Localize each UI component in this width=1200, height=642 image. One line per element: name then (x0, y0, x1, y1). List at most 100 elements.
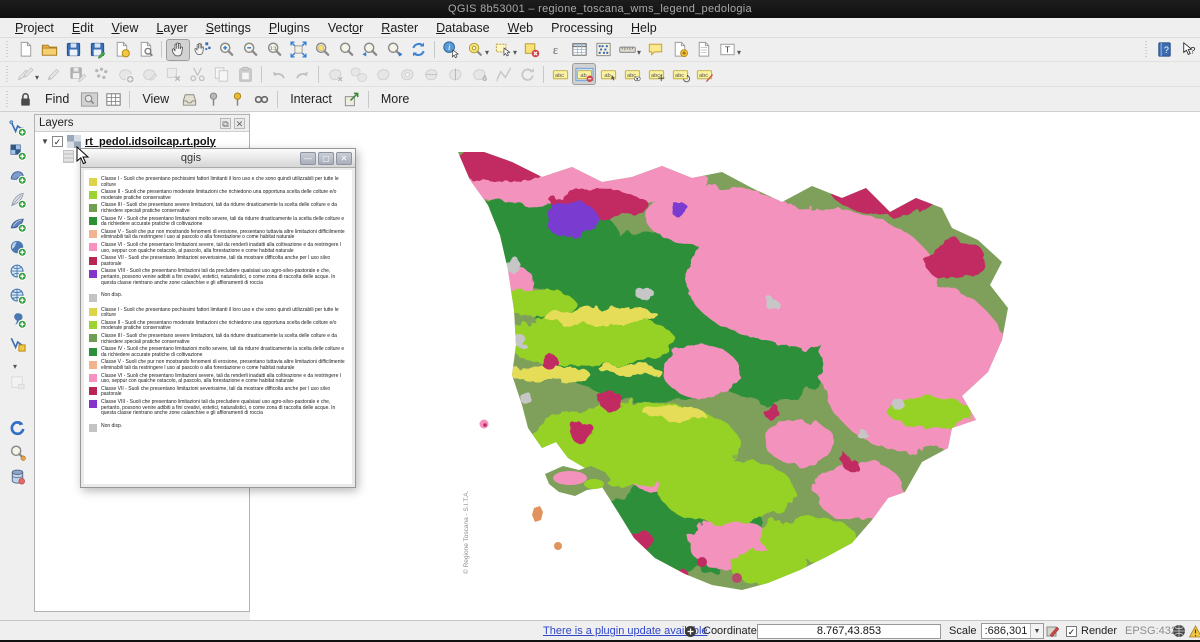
map-canvas[interactable]: © Regione Toscana - S.I.T.A. (250, 112, 1200, 620)
scale-combo[interactable]: :686,301 ▼ (981, 623, 1044, 639)
move-label-icon[interactable]: abc (644, 63, 668, 85)
layer-visibility-checkbox[interactable]: ✓ (52, 136, 63, 147)
refresh-map-icon[interactable] (406, 39, 430, 61)
help-contents-icon[interactable]: ? (1152, 39, 1176, 61)
menu-plugins[interactable]: Plugins (260, 19, 319, 37)
render-label: Render (1081, 625, 1117, 637)
crs-globe-icon[interactable] (1172, 624, 1186, 638)
new-project-icon[interactable] (13, 39, 37, 61)
menu-database[interactable]: Database (427, 19, 499, 37)
save-project-icon[interactable] (61, 39, 85, 61)
pan-map-icon[interactable] (166, 39, 190, 61)
maximize-icon[interactable]: ▢ (318, 152, 334, 165)
map-tips-icon[interactable] (643, 39, 667, 61)
add-wcs-layer-icon[interactable] (4, 284, 30, 307)
new-print-composer-icon[interactable] (109, 39, 133, 61)
menu-settings[interactable]: Settings (197, 19, 260, 37)
zoom-native-resolution-icon[interactable]: 1:1 (262, 39, 286, 61)
new-virtual-layer-icon[interactable] (4, 332, 30, 355)
change-label-icon[interactable]: abc (692, 63, 716, 85)
menu-vector[interactable]: Vector (319, 19, 372, 37)
messages-warning-icon[interactable] (1189, 625, 1200, 638)
minimize-icon[interactable]: — (300, 152, 316, 165)
toolbar-drag-handle[interactable] (1144, 41, 1149, 58)
toolbar-drag-handle[interactable] (5, 41, 10, 58)
add-vector-layer-icon[interactable] (4, 116, 30, 139)
add-postgis-layer-icon[interactable] (4, 164, 30, 187)
find-search-icon[interactable] (77, 88, 101, 110)
legend-dialog-titlebar[interactable]: qgis — ▢ ✕ (81, 149, 355, 168)
labeling-icon[interactable]: ab (572, 63, 596, 85)
view-inbox-icon[interactable] (177, 88, 201, 110)
menu-processing[interactable]: Processing (542, 19, 622, 37)
close-icon[interactable]: ✕ (336, 152, 352, 165)
zoom-to-selection-icon[interactable] (310, 39, 334, 61)
plugin-icon[interactable] (684, 625, 697, 638)
menu-web[interactable]: Web (499, 19, 542, 37)
text-annotation-icon[interactable]: T (715, 39, 739, 61)
identify-features-icon[interactable]: i (439, 39, 463, 61)
save-project-as-icon[interactable] (85, 39, 109, 61)
layer-expander-icon[interactable]: ▼ (41, 137, 52, 146)
pin-unpin-labels-icon[interactable]: ab (596, 63, 620, 85)
layer-labeling-options-icon[interactable]: abc (548, 63, 572, 85)
measure-icon[interactable] (615, 39, 639, 61)
panel-close-icon[interactable]: ✕ (234, 118, 245, 129)
rotate-label-icon[interactable]: abc (668, 63, 692, 85)
lock-icon[interactable] (13, 88, 37, 110)
add-delimited-text-layer-icon[interactable] (4, 188, 30, 211)
metasearch-icon[interactable] (4, 441, 30, 464)
zoom-last-icon[interactable] (358, 39, 382, 61)
menu-help[interactable]: Help (622, 19, 666, 37)
db-manager-icon[interactable] (4, 465, 30, 488)
field-calculator-icon[interactable] (591, 39, 615, 61)
interact-export-icon[interactable] (340, 88, 364, 110)
menu-raster[interactable]: Raster (372, 19, 427, 37)
chevron-down-icon[interactable]: ▼ (1030, 624, 1043, 638)
toolbar-drag-handle[interactable] (5, 91, 10, 108)
highlight-pinned-labels-icon[interactable]: abc (620, 63, 644, 85)
add-spatialite-layer-icon[interactable] (4, 236, 30, 259)
toolbar-drag-handle[interactable] (5, 66, 10, 83)
add-wfs-layer-icon[interactable] (4, 308, 30, 331)
menu-view[interactable]: View (102, 19, 147, 37)
legend-label: Classe II - Suoli che presentano moderat… (101, 190, 348, 201)
new-virtual-layer-dropdown-icon[interactable]: ▾ (13, 362, 17, 371)
zoom-next-icon[interactable] (382, 39, 406, 61)
coordinate-input[interactable] (757, 624, 941, 639)
panel-float-icon[interactable]: ⧉ (220, 118, 231, 129)
show-bookmarks-icon[interactable] (691, 39, 715, 61)
zoom-in-icon[interactable] (214, 39, 238, 61)
add-mssql-layer-icon[interactable] (4, 212, 30, 235)
menu-edit[interactable]: Edit (63, 19, 103, 37)
add-raster-layer-icon[interactable] (4, 140, 30, 163)
render-checkbox[interactable]: ✓ (1066, 626, 1077, 637)
composer-manager-icon[interactable] (133, 39, 157, 61)
view-pin-yellow-icon[interactable] (225, 88, 249, 110)
whats-this-icon[interactable]: ? (1176, 39, 1200, 61)
legend-swatch (89, 178, 97, 186)
new-bookmark-icon[interactable] (667, 39, 691, 61)
add-wms-layer-icon[interactable] (4, 260, 30, 283)
open-attribute-table-icon[interactable] (567, 39, 591, 61)
stop-render-icon[interactable] (1046, 624, 1060, 638)
python-console-icon[interactable] (4, 417, 30, 440)
deselect-all-icon[interactable] (519, 39, 543, 61)
view-link-icon[interactable] (249, 88, 273, 110)
layer-name[interactable]: rt_pedol.idsoilcap.rt.poly (85, 136, 216, 148)
menu-layer[interactable]: Layer (147, 19, 196, 37)
open-project-icon[interactable] (37, 39, 61, 61)
pan-to-selection-icon[interactable] (190, 39, 214, 61)
menu-project[interactable]: Project (6, 19, 63, 37)
toolbar-file-nav-attributes: 1:1i▾▾ε▾T▾?? (0, 38, 1200, 62)
view-pin-gray-icon[interactable] (201, 88, 225, 110)
plugin-update-link[interactable]: There is a plugin update available (543, 625, 708, 637)
select-features-by-rectangle-icon[interactable] (491, 39, 515, 61)
scale-value: :686,301 (982, 625, 1030, 637)
zoom-to-layer-icon[interactable] (334, 39, 358, 61)
select-by-expression-icon[interactable]: ε (543, 39, 567, 61)
select-features-icon[interactable] (463, 39, 487, 61)
zoom-out-icon[interactable] (238, 39, 262, 61)
find-grid-icon[interactable] (101, 88, 125, 110)
zoom-full-extent-icon[interactable] (286, 39, 310, 61)
